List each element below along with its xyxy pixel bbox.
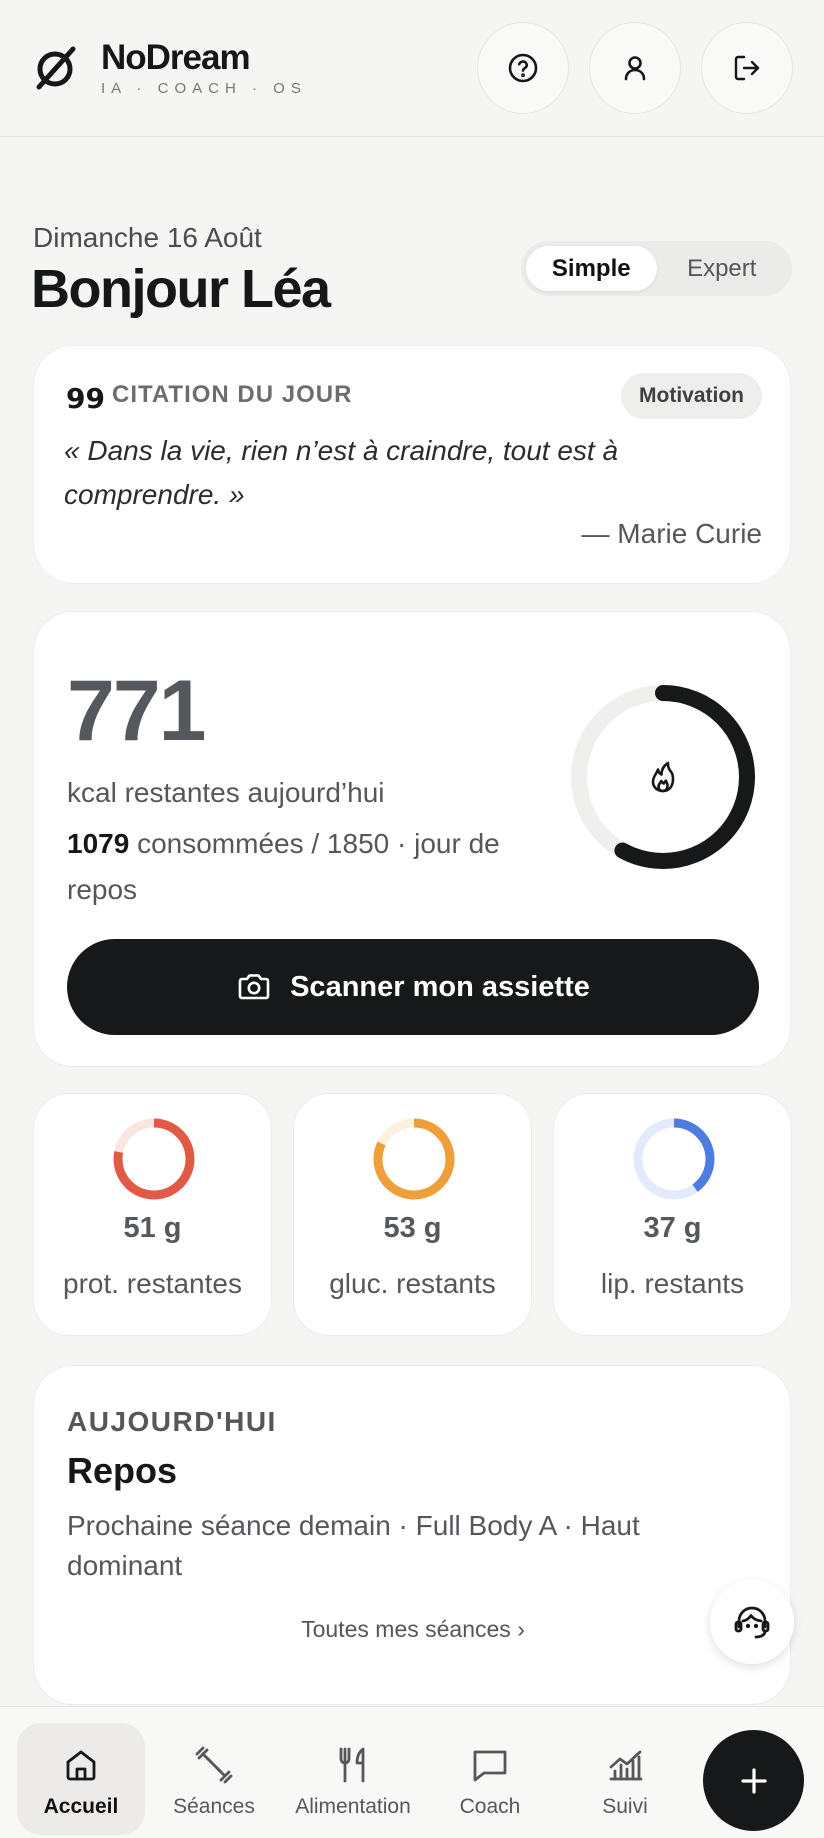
mode-toggle[interactable]: Simple Expert	[521, 241, 792, 296]
calories-consumed-text: consommées / 1850 · jour de repos	[67, 828, 500, 905]
mode-simple-option[interactable]: Simple	[526, 246, 657, 291]
quote-author: — Marie Curie	[581, 518, 762, 549]
today-description: Prochaine séance demain · Full Body A · …	[67, 1510, 640, 1581]
quote-mark-icon: 99	[66, 382, 105, 415]
plus-icon	[740, 1767, 767, 1794]
quote-category-badge: Motivation	[621, 373, 762, 419]
nav-item-suivi[interactable]: Suivi	[561, 1723, 689, 1835]
app-tagline: IA · COACH · OS	[101, 80, 307, 97]
quote-card: 99 CITATION DU JOUR Motivation « Dans la…	[33, 345, 791, 584]
calories-remaining-label: kcal restantes aujourd’hui	[67, 777, 385, 808]
nav-label-seances: Séances	[173, 1795, 255, 1818]
calories-card: 771 kcal restantes aujourd’hui 1079 cons…	[33, 611, 791, 1067]
quote-card-title: CITATION DU JOUR	[112, 381, 353, 408]
brand[interactable]: NoDream IA · COACH · OS	[33, 38, 307, 98]
scan-plate-label: Scanner mon assiette	[290, 970, 590, 1003]
profile-button[interactable]	[589, 22, 681, 114]
today-overline: AUJOURD'HUI	[67, 1406, 277, 1437]
nav-label-coach: Coach	[459, 1795, 521, 1818]
calories-progress-ring	[571, 685, 755, 869]
current-date: Dimanche 16 Août	[33, 222, 262, 253]
today-card: AUJOURD'HUI Repos Prochaine séance demai…	[33, 1365, 791, 1705]
quote-text: « Dans la vie, rien n’est à craindre, to…	[64, 435, 619, 510]
calories-remaining-value: 771	[67, 663, 206, 759]
logout-icon	[734, 55, 760, 81]
home-icon	[66, 1750, 96, 1781]
logo-icon	[36, 46, 76, 90]
logout-button[interactable]	[701, 22, 793, 114]
dumbbell-icon	[195, 1746, 233, 1784]
add-button[interactable]	[703, 1730, 804, 1831]
protein-progress-ring	[113, 1118, 195, 1200]
camera-icon	[238, 974, 270, 1000]
app-header: NoDream IA · COACH · OS	[0, 0, 824, 137]
fork-knife-icon	[339, 1747, 365, 1783]
nav-label-accueil: Accueil	[43, 1795, 119, 1818]
carbs-remaining-value: 53 g	[383, 1212, 442, 1244]
greeting-title: Bonjour Léa	[31, 259, 331, 319]
support-button[interactable]	[710, 1580, 794, 1664]
macro-card-fat[interactable]: 37 g lip. restants	[553, 1093, 792, 1336]
fat-progress-ring	[633, 1118, 715, 1200]
support-agent-icon	[734, 1606, 770, 1639]
carbs-remaining-label: gluc. restants	[329, 1268, 496, 1299]
nav-label-alimentation: Alimentation	[295, 1795, 411, 1818]
macro-card-carbs[interactable]: 53 g gluc. restants	[293, 1093, 532, 1336]
carbs-progress-ring	[373, 1118, 455, 1200]
mode-expert-option[interactable]: Expert	[657, 246, 788, 291]
protein-remaining-label: prot. restantes	[63, 1268, 242, 1299]
nav-item-accueil[interactable]: Accueil	[17, 1723, 145, 1835]
nav-item-seances[interactable]: Séances	[150, 1723, 278, 1835]
all-sessions-link[interactable]: Toutes mes séances ›	[34, 1616, 792, 1643]
user-icon	[624, 56, 646, 81]
nav-item-coach[interactable]: Coach	[426, 1723, 554, 1835]
nav-label-suivi: Suivi	[602, 1795, 648, 1818]
fat-remaining-label: lip. restants	[600, 1268, 745, 1299]
protein-remaining-value: 51 g	[123, 1212, 182, 1244]
chat-icon	[473, 1750, 507, 1782]
calories-consumed-detail: 1079 consommées / 1850 · jour de repos	[67, 821, 537, 913]
scan-plate-button[interactable]: Scanner mon assiette	[67, 939, 759, 1035]
app-name: NoDream	[101, 38, 251, 77]
nav-item-alimentation[interactable]: Alimentation	[289, 1723, 417, 1835]
help-button[interactable]	[477, 22, 569, 114]
calories-consumed-value: 1079	[67, 828, 130, 859]
flame-icon	[651, 761, 675, 793]
bottom-navigation: Accueil Séances Alimentation Coach Suivi	[0, 1706, 824, 1838]
chart-icon	[609, 1750, 643, 1781]
fat-remaining-value: 37 g	[643, 1212, 702, 1244]
today-title: Repos	[67, 1450, 178, 1491]
help-icon	[508, 53, 538, 83]
macro-card-protein[interactable]: 51 g prot. restantes	[33, 1093, 272, 1336]
